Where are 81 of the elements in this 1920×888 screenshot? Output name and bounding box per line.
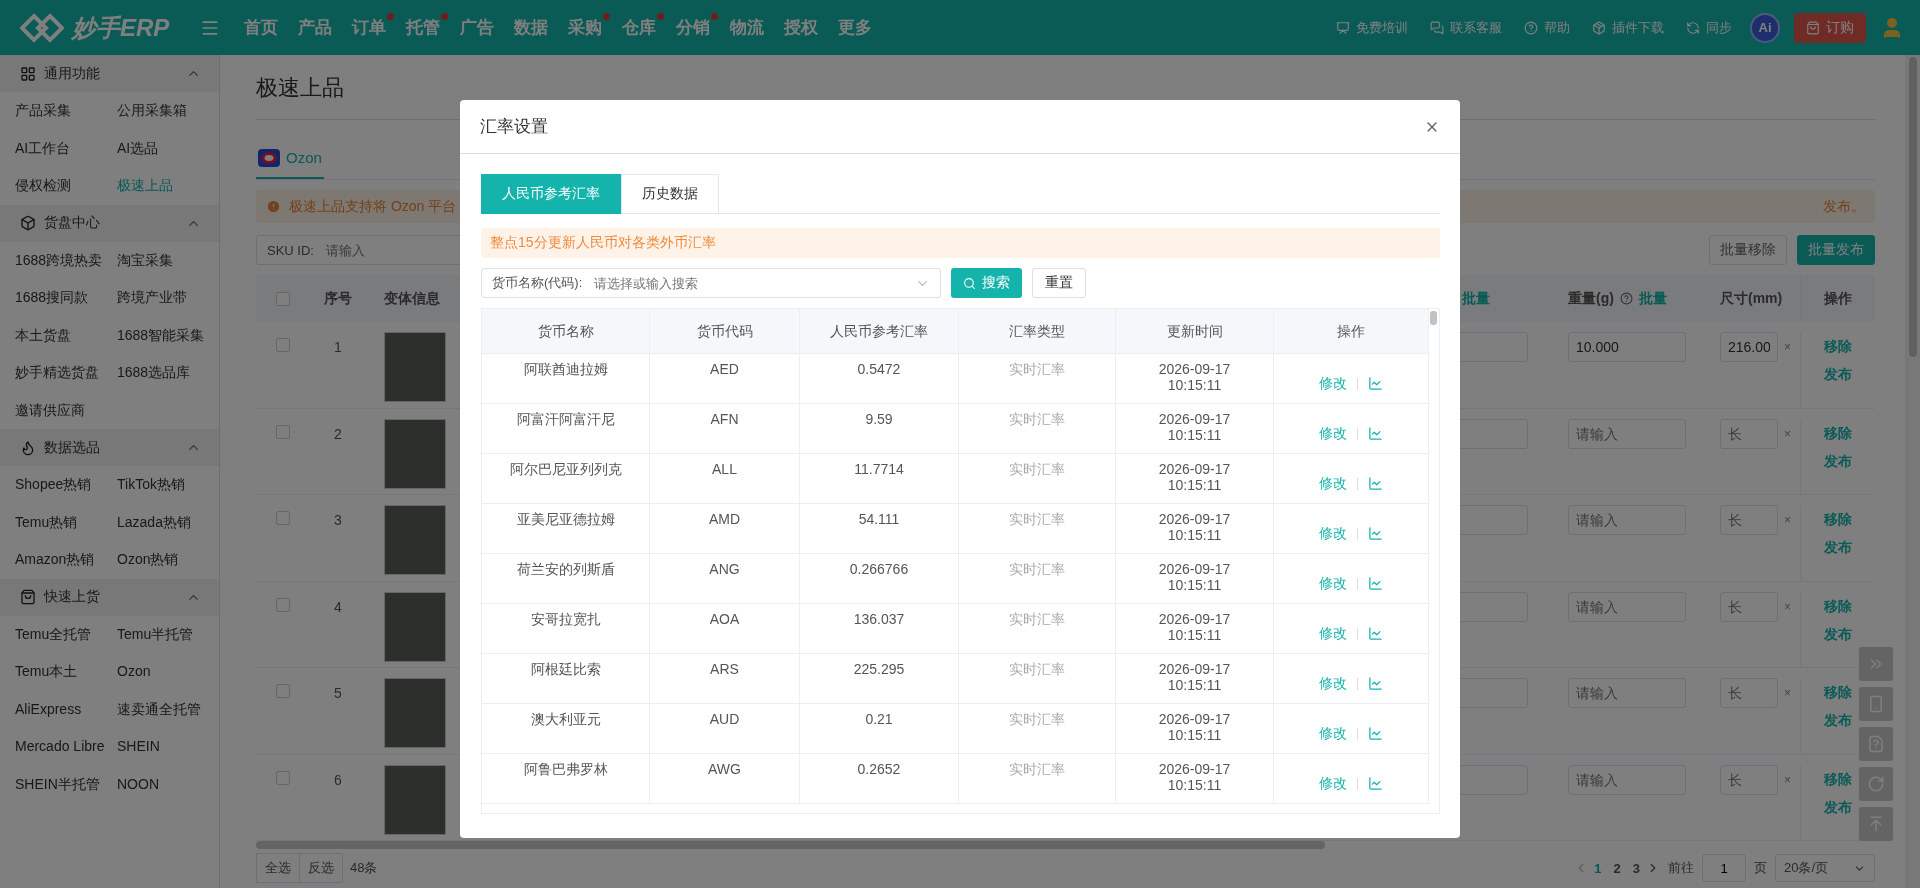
table-cell: AFN [710, 411, 739, 427]
group-title: 通用功能 [44, 64, 101, 83]
table-cell: ANG [709, 561, 740, 577]
page-unit: 页 [1754, 859, 1767, 878]
group-title: 快速上货 [44, 588, 101, 606]
times-sign: × [1784, 772, 1791, 787]
group-title: 货盘中心 [44, 214, 101, 232]
field-label: SKU ID: [267, 242, 314, 258]
column-header: 更新时间 [1166, 323, 1223, 339]
table-cell: 11.7714 [854, 461, 904, 477]
table-cell: 实时汇率 [1009, 461, 1065, 477]
times-sign: × [1784, 426, 1791, 441]
table-cell: 澳大利亚元 [530, 711, 601, 727]
table-cell: 2026-09-17 10:15:11 [1158, 761, 1231, 793]
column-header: 变体信息 [384, 289, 440, 308]
alert-text: 发布。 [1823, 197, 1865, 216]
column-header: 操作 [1337, 323, 1365, 339]
table-cell: 实时汇率 [1009, 611, 1065, 627]
table-cell: AWG [708, 761, 741, 777]
table-cell: 9.59 [865, 411, 893, 427]
times-sign: × [1784, 599, 1791, 614]
field-label: 货币名称(代码): [492, 274, 583, 292]
table-cell: ARS [710, 661, 739, 677]
times-sign: × [1784, 686, 1791, 701]
table-cell: 2026-09-17 10:15:11 [1158, 661, 1231, 693]
table-cell: 实时汇率 [1009, 411, 1065, 427]
total-count: 48条 [350, 859, 378, 878]
column-header: 尺寸(mm) [1720, 289, 1783, 308]
table-cell: 225.295 [853, 661, 905, 677]
table-cell: 阿联酋迪拉姆 [523, 361, 608, 377]
times-sign: × [1784, 340, 1791, 354]
table-cell: AUD [709, 711, 740, 727]
table-cell: 54.111 [858, 511, 900, 527]
times-sign: × [1784, 513, 1791, 528]
table-cell: 0.21 [865, 711, 893, 727]
column-header: 重量(g) [1568, 289, 1614, 308]
table-cell: 0.2652 [857, 761, 901, 777]
goto-label: 前往 [1668, 859, 1694, 878]
table-cell: 2 [334, 425, 342, 442]
table-cell: 实时汇率 [1009, 511, 1065, 527]
table-cell: 2026-09-17 10:15:11 [1158, 611, 1231, 643]
table-cell: 136.037 [853, 611, 905, 627]
logo-text: 妙手ERP [72, 12, 170, 43]
table-cell: 阿富汗阿富汗尼 [516, 411, 615, 427]
column-header: 汇率类型 [1009, 323, 1065, 339]
column-header: 货币名称 [537, 323, 594, 339]
table-cell: 实时汇率 [1009, 711, 1065, 727]
table-cell: 2026-09-17 10:15:11 [1158, 361, 1231, 393]
table-cell: 6 [334, 771, 342, 788]
table-cell: AMD [708, 511, 741, 527]
table-cell: 阿尔巴尼亚列列克 [509, 461, 622, 477]
table-cell: 4 [334, 598, 342, 615]
table-cell: 2026-09-17 10:15:11 [1158, 561, 1231, 593]
alert-text: 极速上品支持将 Ozon 平台 [289, 197, 457, 216]
table-cell: 0.5472 [857, 361, 901, 377]
table-cell: 实时汇率 [1009, 761, 1065, 777]
table-cell: 安哥拉宽扎 [530, 611, 601, 627]
table-cell: 2026-09-17 10:15:11 [1158, 461, 1231, 493]
table-cell: 阿鲁巴弗罗林 [523, 761, 608, 777]
group-title: 数据选品 [44, 438, 101, 457]
column-header: 序号 [324, 289, 352, 306]
column-header: 操作 [1824, 289, 1852, 308]
column-header: 货币代码 [696, 323, 753, 339]
table-cell: 实时汇率 [1009, 661, 1065, 677]
column-header: 人民币参考汇率 [830, 323, 928, 339]
table-cell: 亚美尼亚德拉姆 [516, 511, 615, 527]
notice-banner: 整点15分更新人民币对各类外币汇率 [481, 228, 1440, 258]
table-cell: AED [710, 361, 739, 377]
table-cell: 2026-09-17 10:15:11 [1158, 411, 1231, 443]
table-cell: 2026-09-17 10:15:11 [1158, 511, 1231, 543]
table-cell: 0.266766 [849, 561, 909, 577]
table-cell: 2026-09-17 10:15:11 [1158, 711, 1231, 743]
table-cell: ALL [712, 461, 737, 477]
table-cell: 荷兰安的列斯盾 [516, 561, 615, 577]
table-cell: 阿根廷比索 [530, 661, 601, 677]
table-cell: 1 [334, 339, 342, 355]
table-cell: 5 [334, 685, 342, 702]
table-cell: 实时汇率 [1009, 361, 1065, 377]
table-cell: 3 [334, 512, 342, 529]
table-cell: 实时汇率 [1009, 561, 1065, 577]
table-cell: AOA [709, 611, 740, 627]
